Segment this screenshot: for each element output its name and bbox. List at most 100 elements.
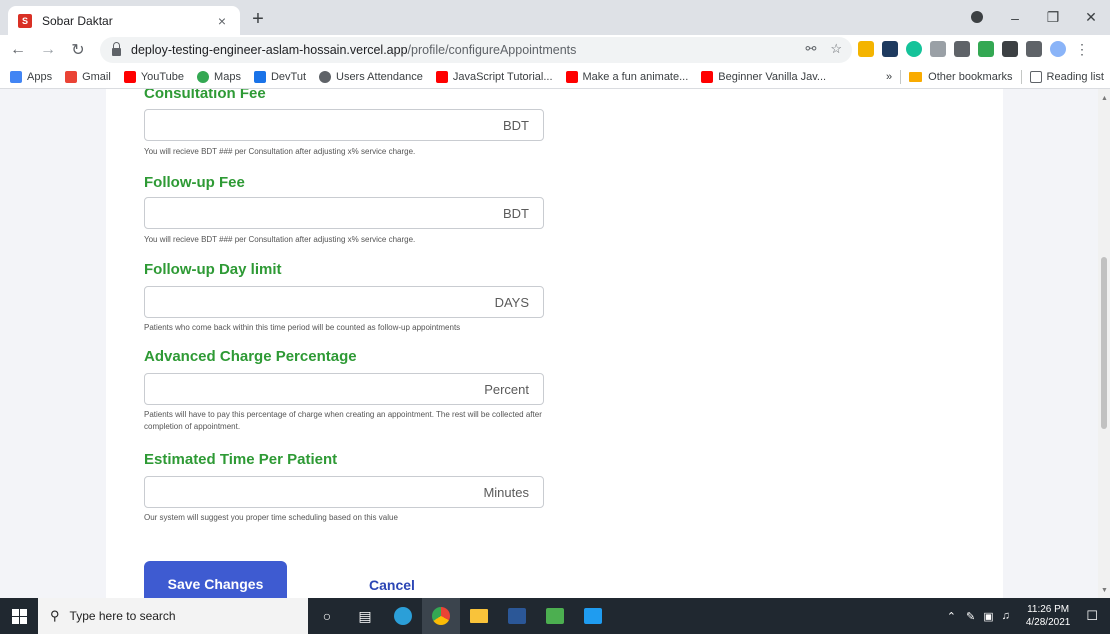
follow-up-day-limit-input[interactable]: DAYS	[144, 286, 544, 318]
extension-shield-icon[interactable]	[978, 41, 994, 57]
follow-up-fee-help: You will recieve BDT ### per Consultatio…	[144, 235, 416, 244]
estimated-time-per-patient-help: Our system will suggest you proper time …	[144, 513, 398, 522]
extension-grammarly-icon[interactable]	[906, 41, 922, 57]
reading-list-icon	[1029, 71, 1042, 83]
url-path: /profile/configureAppointments	[407, 43, 577, 57]
scrollbar-thumb[interactable]	[1101, 257, 1107, 429]
word-icon[interactable]	[498, 598, 536, 634]
tab-close-icon[interactable]: ×	[214, 13, 230, 29]
bookmark-beginner-vanilla[interactable]: Beginner Vanilla Jav...	[701, 70, 826, 83]
browser-tab-strip: S Sobar Daktar × + – ❐ ✕	[0, 0, 1110, 35]
windows-taskbar: ⚲ Type here to search ○ ▤ ⌃ ✎ ▣ ♫ 11:26 …	[0, 598, 1110, 634]
youtube-icon	[123, 70, 136, 83]
url-host: deploy-testing-engineer-aslam-hossain.ve…	[131, 43, 408, 57]
gmail-icon	[65, 70, 78, 83]
search-icon: ⚲	[50, 608, 60, 623]
chrome-taskbar-icon[interactable]	[422, 598, 460, 634]
advanced-charge-percentage-help: Patients will have to pay this percentag…	[144, 410, 542, 431]
file-explorer-icon[interactable]	[460, 598, 498, 634]
task-view-icon[interactable]: ▤	[346, 598, 384, 634]
extension-ruler-icon[interactable]	[954, 41, 970, 57]
cancel-button[interactable]: Cancel	[369, 577, 415, 593]
consultation-fee-input[interactable]: BDT	[144, 109, 544, 141]
windows-start-button[interactable]	[0, 598, 38, 634]
follow-up-day-limit-help: Patients who come back within this time …	[144, 323, 461, 332]
tray-chevron-icon[interactable]: ⌃	[947, 610, 956, 623]
consultation-fee-label-partial: Consultation Fee	[144, 89, 266, 102]
save-changes-button[interactable]: Save Changes	[144, 561, 287, 598]
omnibox-actions: ⚯ ☆	[805, 41, 842, 57]
page-viewport: Consultation Fee BDT You will recieve BD…	[0, 89, 1110, 598]
bookmark-gmail[interactable]: Gmail	[65, 70, 111, 83]
clock-time: 11:26 PM	[1027, 604, 1070, 615]
advanced-charge-percentage-input[interactable]: Percent	[144, 373, 544, 405]
chrome-menu-icon[interactable]: ⋮	[1074, 41, 1090, 57]
cortana-icon[interactable]: ○	[308, 598, 346, 634]
profile-avatar-icon[interactable]	[1050, 41, 1066, 57]
extensions-puzzle-icon[interactable]	[1002, 41, 1018, 57]
consultation-fee-help: You will recieve BDT ### per Consultatio…	[144, 147, 416, 156]
close-window-icon[interactable]: ✕	[1072, 9, 1110, 26]
system-tray: ⌃ ✎ ▣ ♫ 11:26 PM 4/28/2021 ☐	[941, 598, 1110, 634]
bookmark-devtut[interactable]: DevTut	[253, 70, 306, 83]
vscode-icon[interactable]	[574, 598, 612, 634]
back-icon[interactable]: ←	[6, 41, 30, 59]
site-favicon-icon: S	[18, 13, 32, 28]
youtube-icon	[565, 70, 578, 83]
youtube-icon	[435, 70, 448, 83]
taskbar-search-box[interactable]: ⚲ Type here to search	[38, 598, 308, 634]
app-green-icon[interactable]	[536, 598, 574, 634]
extension-react-icon[interactable]	[882, 41, 898, 57]
profile-icon[interactable]	[958, 10, 996, 26]
consultation-fee-suffix: BDT	[503, 118, 529, 133]
browser-tab[interactable]: S Sobar Daktar ×	[8, 6, 240, 35]
follow-up-fee-input[interactable]: BDT	[144, 197, 544, 229]
page-scrollbar[interactable]: ▲ ▼	[1098, 89, 1110, 598]
bookmark-star-icon[interactable]: ☆	[830, 41, 842, 57]
bookmark-javascript-tutorial[interactable]: JavaScript Tutorial...	[435, 70, 553, 83]
tab-title: Sobar Daktar	[42, 13, 113, 28]
follow-up-fee-label: Follow-up Fee	[144, 174, 245, 191]
reload-icon[interactable]: ↻	[66, 40, 90, 60]
extension-icons: ⋮	[858, 41, 1090, 57]
bookmark-users-attendance[interactable]: Users Attendance	[319, 70, 423, 83]
taskbar-search-placeholder: Type here to search	[69, 609, 176, 623]
bookmark-maps[interactable]: Maps	[197, 70, 241, 83]
address-bar[interactable]: deploy-testing-engineer-aslam-hossain.ve…	[100, 37, 852, 63]
follow-up-day-limit-suffix: DAYS	[494, 295, 529, 310]
lock-icon[interactable]	[112, 42, 121, 56]
window-controls: – ❐ ✕	[958, 0, 1110, 35]
maps-pin-icon	[197, 70, 210, 83]
extension-camera-icon[interactable]	[930, 41, 946, 57]
network-icon[interactable]: ▣	[983, 610, 993, 623]
edge-browser-icon[interactable]	[384, 598, 422, 634]
new-tab-button[interactable]: +	[246, 8, 270, 32]
forward-icon[interactable]: →	[36, 41, 60, 59]
devtut-icon	[253, 70, 266, 83]
bookmark-divider	[900, 70, 902, 84]
windows-logo-icon	[11, 608, 27, 624]
bookmarks-overflow-button[interactable]: »	[886, 71, 892, 83]
configure-appointments-card: Consultation Fee BDT You will recieve BD…	[106, 89, 1003, 598]
media-control-icon[interactable]	[1026, 41, 1042, 57]
estimated-time-per-patient-label: Estimated Time Per Patient	[144, 451, 338, 468]
bookmark-make-fun-animate[interactable]: Make a fun animate...	[565, 70, 688, 83]
restore-icon[interactable]: ❐	[1034, 9, 1072, 26]
estimated-time-per-patient-input[interactable]: Minutes	[144, 476, 544, 508]
scroll-up-icon[interactable]: ▲	[1101, 95, 1108, 102]
volume-icon[interactable]: ♫	[1002, 610, 1010, 622]
other-bookmarks-folder[interactable]: Other bookmarks	[909, 71, 1013, 83]
reading-list-button[interactable]: Reading list	[1029, 71, 1104, 83]
taskbar-clock[interactable]: 11:26 PM 4/28/2021	[1026, 603, 1071, 629]
pen-icon[interactable]: ✎	[966, 610, 975, 623]
clock-date: 4/28/2021	[1025, 617, 1071, 628]
browser-toolbar: ← → ↻ deploy-testing-engineer-aslam-hoss…	[0, 35, 1110, 65]
scroll-down-icon[interactable]: ▼	[1101, 587, 1108, 594]
key-icon[interactable]: ⚯	[805, 41, 816, 57]
estimated-time-per-patient-suffix: Minutes	[483, 485, 529, 500]
bookmark-youtube[interactable]: YouTube	[123, 70, 184, 83]
minimize-icon[interactable]: –	[996, 10, 1034, 26]
bookmark-apps[interactable]: Apps	[10, 70, 52, 83]
notifications-icon[interactable]: ☐	[1086, 608, 1098, 624]
extension-hand-icon[interactable]	[858, 41, 874, 57]
